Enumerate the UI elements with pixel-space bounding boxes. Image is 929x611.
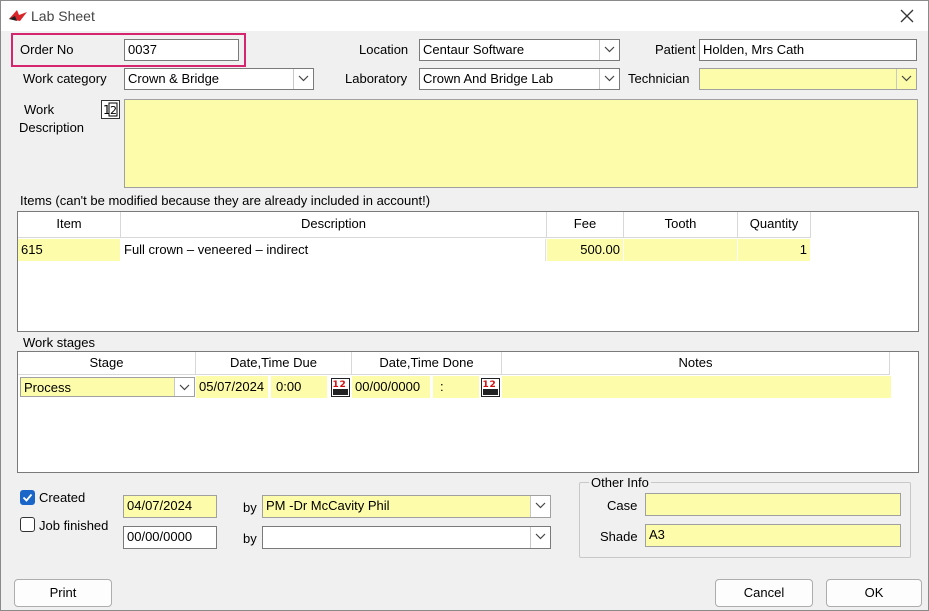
done-time-cell[interactable]: : (433, 376, 479, 398)
items-caption: Items (can't be modified because they ar… (20, 193, 431, 208)
order-no-label: Order No (20, 42, 74, 57)
lab-sheet-window: Lab Sheet Order No 0037 Location Centaur… (0, 0, 929, 611)
ok-button[interactable]: OK (826, 579, 922, 607)
due-time-cell[interactable]: 0:00 (271, 376, 327, 398)
stage-dropdown-button[interactable] (174, 378, 194, 396)
notes-cell[interactable] (502, 376, 891, 398)
work-stages-grid: Stage Date,Time Due Date,Time Done Notes… (17, 351, 919, 473)
location-label: Location (359, 42, 409, 57)
technician-label: Technician (628, 71, 690, 86)
due-date-cell[interactable]: 05/07/2024 (196, 376, 268, 398)
work-stages-caption: Work stages (23, 335, 96, 350)
svg-text:2: 2 (340, 380, 346, 390)
finished-by-dropdown-button[interactable] (530, 527, 550, 548)
location-value: Centaur Software (423, 42, 525, 57)
location-dropdown-button[interactable] (599, 40, 619, 60)
done-date-cell[interactable]: 00/00/0000 (352, 376, 430, 398)
title-bar: Lab Sheet (1, 1, 928, 31)
finished-by-select[interactable] (262, 526, 551, 549)
items-col-item[interactable]: Item (18, 212, 121, 238)
job-finished-label: Job finished (39, 518, 109, 533)
laboratory-label: Laboratory (345, 71, 408, 86)
chevron-down-icon (604, 75, 615, 82)
chevron-down-icon (535, 502, 546, 509)
created-by-dropdown-button[interactable] (530, 496, 550, 517)
calculator-icon[interactable]: 1 2 (481, 378, 500, 397)
stage-value: Process (24, 380, 71, 395)
other-info-caption: Other Info (589, 475, 651, 490)
created-by-label: by (243, 500, 257, 515)
chevron-down-icon (179, 384, 190, 391)
stages-col-done[interactable]: Date,Time Done (352, 352, 502, 375)
job-finished-checkbox[interactable] (20, 517, 35, 532)
work-description-label-line1: Work (24, 102, 55, 117)
chevron-down-icon (535, 533, 546, 540)
technician-select[interactable] (699, 68, 917, 90)
laboratory-dropdown-button[interactable] (599, 69, 619, 89)
created-by-value: PM -Dr McCavity Phil (266, 498, 390, 513)
laboratory-value: Crown And Bridge Lab (423, 71, 554, 86)
app-logo-icon (9, 10, 27, 21)
patient-label: Patient (655, 42, 696, 57)
chevron-down-icon (298, 75, 309, 82)
created-date-field[interactable]: 04/07/2024 (123, 495, 217, 518)
work-category-label: Work category (23, 71, 107, 86)
svg-text:2: 2 (110, 104, 117, 117)
item-quantity-cell[interactable]: 1 (738, 239, 810, 261)
patient-field[interactable]: Holden, Mrs Cath (699, 39, 917, 61)
work-description-label-line2: Description (19, 120, 85, 135)
finished-by-label: by (243, 531, 257, 546)
item-description-cell[interactable]: Full crown – veneered – indirect (121, 239, 546, 261)
stages-col-notes[interactable]: Notes (502, 352, 890, 375)
stage-select[interactable]: Process (20, 377, 195, 397)
case-label: Case (607, 498, 638, 513)
items-col-fee[interactable]: Fee (547, 212, 624, 238)
technician-dropdown-button[interactable] (896, 69, 916, 89)
items-grid: Item Description Fee Tooth Quantity 615 … (17, 211, 919, 332)
svg-text:1: 1 (483, 380, 489, 390)
created-by-select[interactable]: PM -Dr McCavity Phil (262, 495, 551, 518)
work-category-dropdown-button[interactable] (293, 69, 313, 89)
window-title: Lab Sheet (31, 8, 95, 24)
created-label: Created (39, 490, 86, 505)
cancel-button[interactable]: Cancel (715, 579, 813, 607)
item-fee-cell[interactable]: 500.00 (547, 239, 623, 261)
work-category-select[interactable]: Crown & Bridge (124, 68, 314, 90)
print-button[interactable]: Print (14, 579, 112, 607)
items-col-quantity[interactable]: Quantity (738, 212, 811, 238)
stages-col-stage[interactable]: Stage (18, 352, 196, 375)
shade-label: Shade (600, 529, 638, 544)
checkmark-icon (22, 493, 33, 502)
item-code-cell[interactable]: 615 (18, 239, 120, 261)
location-select[interactable]: Centaur Software (419, 39, 620, 61)
case-field[interactable] (645, 493, 901, 516)
calculator-icon[interactable]: 1 2 (331, 378, 350, 397)
items-col-tooth[interactable]: Tooth (624, 212, 738, 238)
numbers-icon[interactable]: 1 2 (101, 100, 120, 119)
close-icon[interactable] (898, 7, 916, 25)
chevron-down-icon (901, 75, 912, 82)
stages-col-due[interactable]: Date,Time Due (196, 352, 352, 375)
items-col-description[interactable]: Description (121, 212, 547, 238)
item-tooth-cell[interactable] (624, 239, 737, 261)
chevron-down-icon (604, 46, 615, 53)
work-description-field[interactable] (124, 99, 918, 188)
svg-text:1: 1 (333, 380, 339, 390)
finished-date-field[interactable]: 00/00/0000 (123, 526, 217, 549)
laboratory-select[interactable]: Crown And Bridge Lab (419, 68, 620, 90)
order-no-field[interactable]: 0037 (124, 39, 239, 61)
work-category-value: Crown & Bridge (128, 71, 220, 86)
svg-text:2: 2 (490, 380, 496, 390)
shade-field[interactable]: A3 (645, 524, 901, 547)
created-checkbox[interactable] (20, 490, 35, 505)
